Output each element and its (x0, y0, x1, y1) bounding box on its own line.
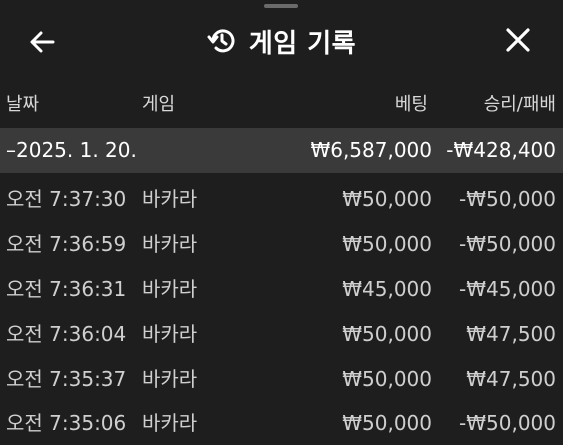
close-icon (506, 28, 530, 52)
row-game: 바카라 (142, 277, 198, 301)
row-result: -₩50,000 (459, 187, 556, 211)
history-row[interactable]: 오전 7:35:06 바카라 ₩50,000 -₩50,000 (0, 400, 563, 445)
column-header-game: 게임 (142, 94, 176, 115)
history-row[interactable]: 오전 7:36:31 바카라 ₩45,000 -₩45,000 (0, 266, 563, 311)
history-row[interactable]: 오전 7:36:04 바카라 ₩50,000 ₩47,500 (0, 311, 563, 356)
row-bet: ₩50,000 (342, 322, 432, 346)
row-result: -₩50,000 (459, 411, 556, 435)
row-game: 바카라 (142, 232, 198, 256)
header: 게임 기록 (0, 0, 563, 82)
row-time: 오전 7:35:37 (6, 367, 127, 391)
row-bet: ₩50,000 (342, 367, 432, 391)
date-group-label: –2025. 1. 20. (6, 138, 137, 162)
row-bet: ₩45,000 (342, 277, 432, 301)
row-time: 오전 7:36:59 (6, 232, 127, 256)
row-bet: ₩50,000 (342, 232, 432, 256)
column-header-date: 날짜 (6, 94, 40, 115)
row-bet: ₩50,000 (342, 411, 432, 435)
row-game: 바카라 (142, 322, 198, 346)
history-icon (207, 29, 235, 53)
row-game: 바카라 (142, 187, 198, 211)
row-result: -₩50,000 (459, 232, 556, 256)
row-result: ₩47,500 (466, 322, 556, 346)
row-result: -₩45,000 (459, 277, 556, 301)
row-time: 오전 7:37:30 (6, 187, 127, 211)
game-history-panel: 게임 기록 날짜 게임 베팅 승리/패배 –2025. 1. 20. ₩6,58… (0, 0, 563, 445)
header-title: 게임 기록 (0, 22, 563, 60)
history-row[interactable]: 오전 7:37:30 바카라 ₩50,000 -₩50,000 (0, 176, 563, 221)
row-game: 바카라 (142, 411, 198, 435)
date-group-total-bet: ₩6,587,000 (310, 138, 432, 162)
row-time: 오전 7:36:31 (6, 277, 127, 301)
date-group-row[interactable]: –2025. 1. 20. ₩6,587,000 -₩428,400 (0, 128, 563, 173)
history-row[interactable]: 오전 7:36:59 바카라 ₩50,000 -₩50,000 (0, 221, 563, 266)
date-group-total-result: -₩428,400 (446, 138, 556, 162)
row-time: 오전 7:36:04 (6, 322, 127, 346)
history-row[interactable]: 오전 7:35:37 바카라 ₩50,000 ₩47,500 (0, 356, 563, 401)
row-game: 바카라 (142, 367, 198, 391)
column-header-bet: 베팅 (394, 94, 428, 115)
column-header-result: 승리/패배 (483, 94, 556, 115)
row-result: ₩47,500 (466, 367, 556, 391)
row-time: 오전 7:35:06 (6, 411, 127, 435)
close-button[interactable] (498, 20, 538, 60)
page-title: 게임 기록 (248, 28, 357, 59)
row-bet: ₩50,000 (342, 187, 432, 211)
